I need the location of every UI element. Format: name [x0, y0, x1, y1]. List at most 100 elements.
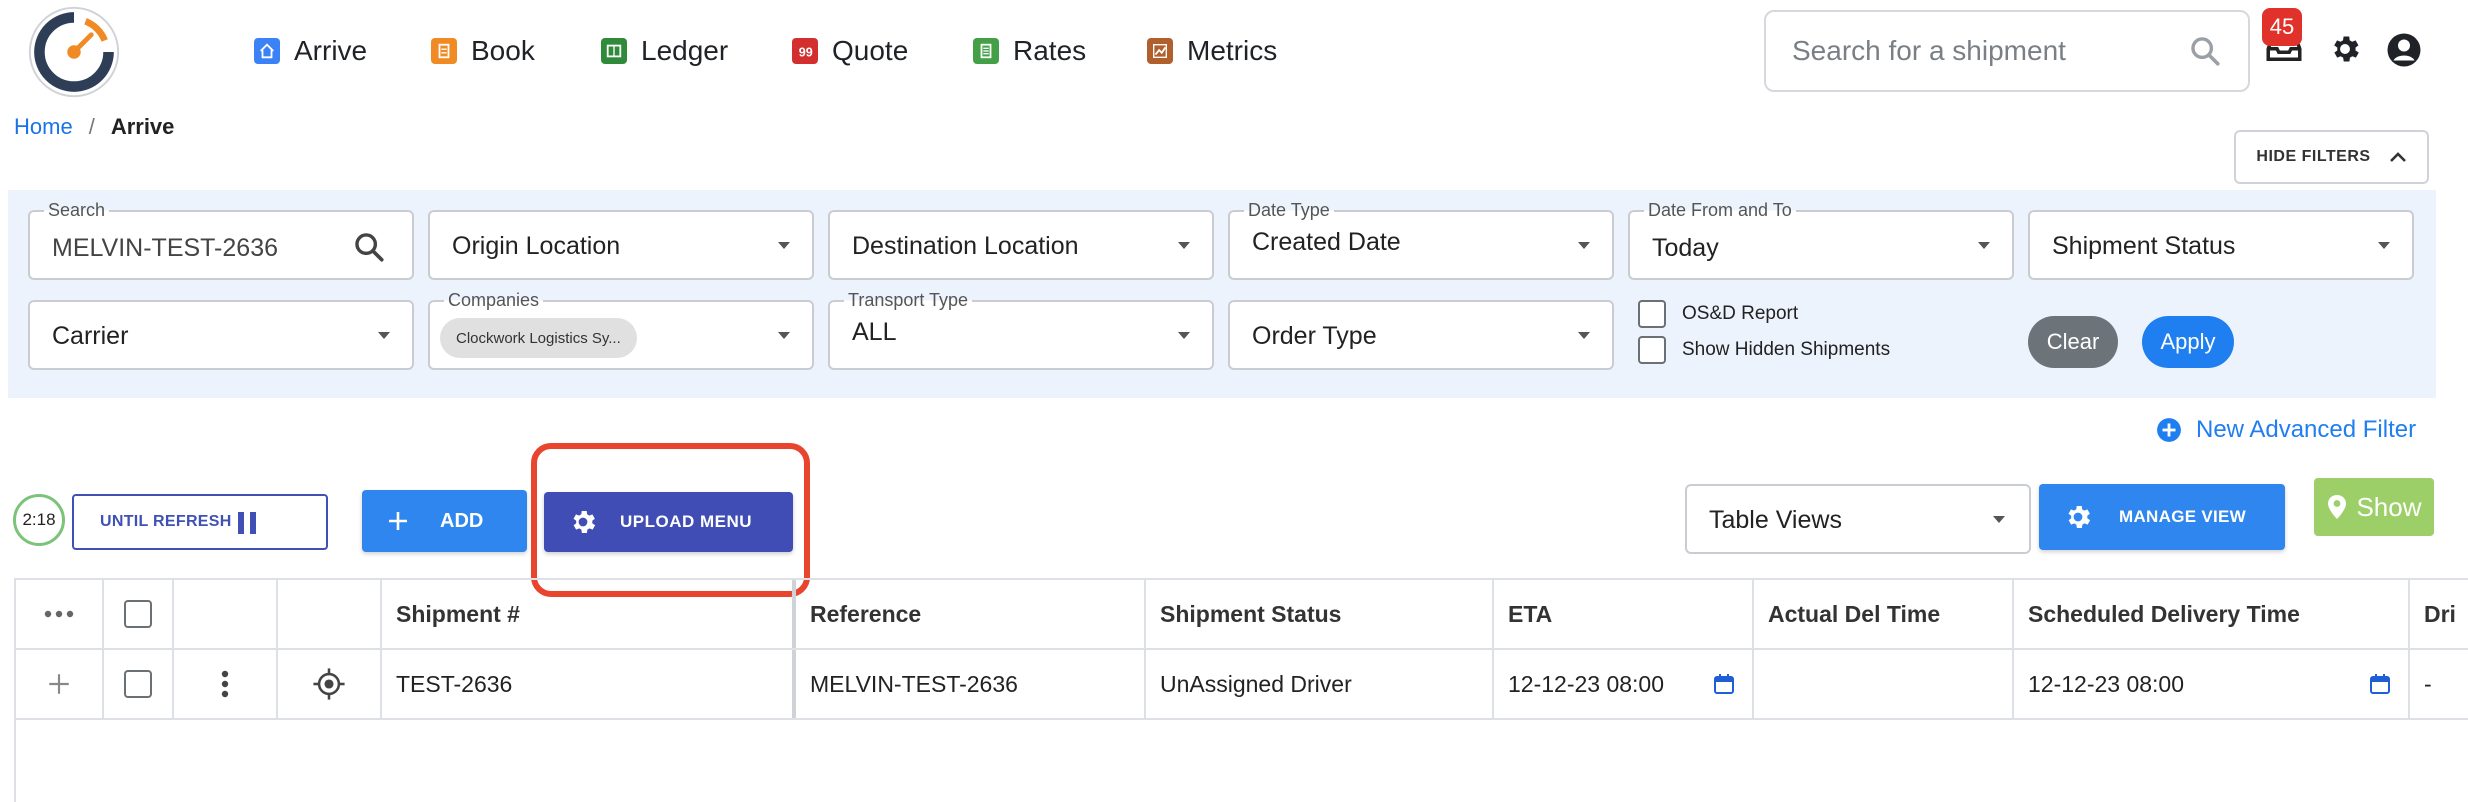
- dropdown-caret-icon: [778, 242, 790, 249]
- nav-item-arrive[interactable]: Arrive: [254, 30, 367, 72]
- date-type-select[interactable]: Date Type Created Date: [1228, 200, 1614, 280]
- svg-text:99: 99: [799, 45, 813, 59]
- new-advanced-filter-link[interactable]: New Advanced Filter: [2156, 416, 2416, 444]
- map-pin-icon: [2328, 495, 2347, 519]
- osd-report-checkbox[interactable]: [1638, 300, 1666, 328]
- shipment-status-select[interactable]: Shipment Status: [2028, 210, 2414, 280]
- table-views-select[interactable]: Table Views: [1685, 484, 2031, 554]
- table-views-value: Table Views: [1709, 506, 1842, 534]
- column-header-reference[interactable]: Reference: [796, 580, 1146, 648]
- company-chip[interactable]: Clockwork Logistics Sy...: [440, 318, 637, 358]
- company-logo[interactable]: [25, 4, 123, 100]
- shipment-number-cell[interactable]: TEST-2636: [382, 650, 796, 718]
- search-icon[interactable]: [352, 230, 386, 264]
- search-icon[interactable]: [2188, 34, 2222, 68]
- add-label: ADD: [440, 509, 484, 532]
- show-map-button[interactable]: Show: [2314, 478, 2434, 536]
- dropdown-caret-icon: [2378, 242, 2390, 249]
- destination-location-select[interactable]: Destination Location: [828, 210, 1214, 280]
- breadcrumb-current: Arrive: [110, 114, 175, 139]
- nav-label: Book: [471, 35, 535, 66]
- nav-label: Arrive: [294, 35, 368, 66]
- companies-select[interactable]: Companies Clockwork Logistics Sy...: [428, 290, 814, 370]
- nav-item-book[interactable]: Book: [431, 30, 535, 72]
- nav-item-ledger[interactable]: Ledger: [601, 30, 728, 72]
- nav-label: Quote: [832, 35, 909, 66]
- row-actions-cell: [174, 650, 278, 718]
- manage-view-button[interactable]: MANAGE VIEW: [2039, 484, 2285, 550]
- dropdown-caret-icon: [1178, 242, 1190, 249]
- breadcrumb-home-link[interactable]: Home: [14, 114, 73, 140]
- rates-icon: [973, 38, 999, 64]
- ledger-icon: [601, 38, 627, 64]
- column-header-shipment-status[interactable]: Shipment Status: [1146, 580, 1494, 648]
- transport-type-label: Transport Type: [844, 290, 973, 311]
- origin-location-value: Origin Location: [452, 232, 621, 260]
- show-hidden-checkbox[interactable]: [1638, 336, 1666, 364]
- book-icon: [431, 38, 457, 64]
- more-vertical-icon[interactable]: [221, 670, 229, 698]
- companies-label: Companies: [444, 290, 544, 311]
- clear-filters-button[interactable]: Clear: [2028, 316, 2118, 368]
- locate-crosshair-icon[interactable]: [312, 667, 346, 701]
- osd-report-option: OS&D Report: [1638, 300, 1798, 328]
- apply-filters-button[interactable]: Apply: [2142, 316, 2234, 368]
- nav-item-quote[interactable]: 99 Quote: [792, 30, 908, 72]
- hide-filters-button[interactable]: HIDE FILTERS: [2234, 130, 2429, 184]
- select-all-checkbox[interactable]: [124, 600, 152, 628]
- nav-item-metrics[interactable]: Metrics: [1147, 30, 1277, 72]
- dropdown-caret-icon: [778, 332, 790, 339]
- shipments-table: Shipment # Reference Shipment Status ETA…: [14, 578, 2468, 802]
- manage-view-label: MANAGE VIEW: [2119, 507, 2247, 526]
- settings-gear-icon: [2068, 506, 2091, 528]
- more-horizontal-icon[interactable]: [44, 610, 74, 618]
- destination-location-value: Destination Location: [852, 232, 1079, 260]
- column-header-eta[interactable]: ETA: [1494, 580, 1754, 648]
- dropdown-caret-icon: [378, 332, 390, 339]
- carrier-select[interactable]: Carrier: [28, 300, 414, 370]
- column-header-scheduled-delivery-time[interactable]: Scheduled Delivery Time: [2014, 580, 2410, 648]
- origin-location-select[interactable]: Origin Location: [428, 210, 814, 280]
- column-options-cell[interactable]: [16, 580, 104, 648]
- order-type-select[interactable]: Order Type: [1228, 300, 1614, 370]
- dropdown-caret-icon: [1578, 242, 1590, 249]
- actions-header-cell: [174, 580, 278, 648]
- dropdown-caret-icon: [1993, 516, 2005, 523]
- table-row[interactable]: TEST-2636 MELVIN-TEST-2636 UnAssigned Dr…: [16, 650, 2468, 720]
- row-track-cell: [278, 650, 382, 718]
- search-field[interactable]: Search MELVIN-TEST-2636: [28, 200, 414, 280]
- home-icon: [254, 38, 280, 64]
- nav-item-rates[interactable]: Rates: [973, 30, 1086, 72]
- until-refresh-button[interactable]: UNTIL REFRESH: [72, 494, 328, 550]
- pause-icon: [238, 512, 256, 534]
- refresh-timer: 2:18: [13, 494, 65, 546]
- column-header-shipment[interactable]: Shipment #: [382, 580, 796, 648]
- scheduled-delivery-value: 12-12-23 08:00: [2028, 670, 2185, 697]
- settings-gear-icon[interactable]: [2328, 32, 2362, 66]
- eta-value: 12-12-23 08:00: [1508, 670, 1665, 697]
- hide-filters-label: HIDE FILTERS: [2256, 148, 2371, 165]
- carrier-value: Carrier: [52, 322, 129, 350]
- user-account-icon[interactable]: [2386, 32, 2422, 68]
- nav-label: Ledger: [641, 35, 729, 66]
- column-header-driver[interactable]: Dri: [2410, 580, 2468, 648]
- transport-type-select[interactable]: Transport Type ALL: [828, 290, 1214, 370]
- show-label: Show: [2356, 491, 2422, 522]
- calendar-icon[interactable]: [1712, 672, 1736, 696]
- date-range-select[interactable]: Date From and To Today: [1628, 200, 2014, 280]
- table-header-row: Shipment # Reference Shipment Status ETA…: [16, 580, 2468, 650]
- shipment-search-input[interactable]: [1790, 34, 2170, 68]
- row-select-checkbox[interactable]: [124, 670, 152, 698]
- calendar-icon[interactable]: [2368, 672, 2392, 696]
- date-type-label: Date Type: [1244, 200, 1334, 221]
- expand-plus-icon[interactable]: [46, 671, 72, 697]
- actual-del-time-cell: [1754, 650, 2014, 718]
- plus-icon: [389, 512, 407, 530]
- nav-label: Rates: [1013, 35, 1087, 66]
- new-advanced-filter-label: New Advanced Filter: [2196, 416, 2417, 443]
- driver-cell: -: [2424, 670, 2432, 697]
- notification-badge[interactable]: 45: [2262, 8, 2302, 46]
- column-header-actual-del-time[interactable]: Actual Del Time: [1754, 580, 2014, 648]
- add-button[interactable]: ADD: [362, 490, 527, 552]
- dropdown-caret-icon: [1178, 332, 1190, 339]
